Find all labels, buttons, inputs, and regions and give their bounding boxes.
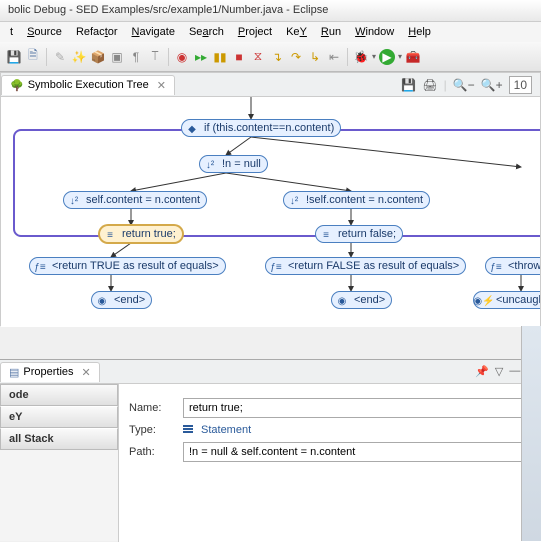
text-icon[interactable]: ¶ bbox=[128, 49, 144, 65]
menu-window[interactable]: Window bbox=[349, 24, 400, 40]
props-tab-label: Properties bbox=[23, 366, 73, 378]
cat-key[interactable]: eY bbox=[0, 406, 118, 428]
type-label: Type: bbox=[129, 424, 173, 436]
node-selfeq[interactable]: ↓²self.content = n.content bbox=[63, 191, 207, 209]
ruler-icon[interactable]: ⟙ bbox=[147, 49, 163, 65]
node-return-false[interactable]: ≡return false; bbox=[315, 225, 403, 243]
end-icon: ◉ bbox=[335, 294, 349, 308]
close-icon[interactable]: ✕ bbox=[82, 366, 91, 379]
menu-icon[interactable]: ▽ bbox=[495, 365, 503, 378]
save-all-icon[interactable]: 🗎 bbox=[25, 49, 41, 65]
end-icon: ◉ bbox=[95, 294, 109, 308]
resume-icon[interactable]: ▸▸ bbox=[193, 49, 209, 65]
node-uncaught[interactable]: ◉⚡<uncaught jav bbox=[473, 291, 540, 309]
symbolic-tree-view: 🌳 Symbolic Execution Tree ✕ 💾 🖨 | 🔍− 🔍+ … bbox=[0, 72, 541, 326]
menu-help[interactable]: Help bbox=[402, 24, 437, 40]
right-sash[interactable] bbox=[521, 326, 541, 541]
magic-icon[interactable]: ✎ bbox=[52, 49, 68, 65]
node-result-true[interactable]: ƒ≡<return TRUE as result of equals> bbox=[29, 257, 226, 275]
node-if[interactable]: ◆if (this.content==n.content) bbox=[181, 119, 341, 137]
close-icon[interactable]: ✕ bbox=[157, 79, 166, 92]
cond-icon: ↓² bbox=[67, 194, 81, 208]
props-tabs: ▤ Properties ✕ 📌 ▽ — □ bbox=[0, 360, 541, 384]
title-bar: bolic Debug - SED Examples/src/example1/… bbox=[0, 0, 541, 22]
cat-callstack[interactable]: all Stack bbox=[0, 428, 118, 450]
menu-project[interactable]: Project bbox=[232, 24, 278, 40]
props-icon: ▤ bbox=[9, 366, 19, 379]
external-icon[interactable]: 🧰 bbox=[405, 49, 421, 65]
menu-source[interactable]: Source bbox=[21, 24, 68, 40]
cond-icon: ↓² bbox=[287, 194, 301, 208]
node-end2[interactable]: ◉<end> bbox=[331, 291, 392, 309]
terminate-icon[interactable]: ■ bbox=[231, 49, 247, 65]
disconnect-icon[interactable]: ⧖ bbox=[250, 49, 266, 65]
node-notselfeq[interactable]: ↓²!self.content = n.content bbox=[283, 191, 430, 209]
name-field[interactable] bbox=[183, 398, 531, 418]
zoom-in-icon[interactable]: 🔍+ bbox=[481, 78, 503, 92]
tab-symbolic-tree[interactable]: 🌳 Symbolic Execution Tree ✕ bbox=[1, 75, 175, 95]
tab-properties[interactable]: ▤ Properties ✕ bbox=[0, 362, 100, 382]
path-field[interactable] bbox=[183, 442, 531, 462]
props-categories: ode eY all Stack bbox=[0, 384, 118, 542]
box-icon[interactable]: ▣ bbox=[109, 49, 125, 65]
cond-icon: ↓² bbox=[203, 158, 217, 172]
node-result-false[interactable]: ƒ≡<return FALSE as result of equals> bbox=[265, 257, 466, 275]
props-content: Name: Type: Statement Path: bbox=[118, 384, 541, 542]
stepinto-icon[interactable]: ↴ bbox=[269, 49, 285, 65]
stepover-icon[interactable]: ↷ bbox=[288, 49, 304, 65]
save-icon[interactable]: 💾 bbox=[6, 49, 22, 65]
menu-run[interactable]: Run bbox=[315, 24, 347, 40]
menu-navigate[interactable]: Navigate bbox=[126, 24, 181, 40]
node-return-true[interactable]: ≡return true; bbox=[99, 225, 183, 243]
properties-view: ▤ Properties ✕ 📌 ▽ — □ ode eY all Stack … bbox=[0, 359, 541, 541]
menu-search[interactable]: Search bbox=[183, 24, 230, 40]
tab-label: Symbolic Execution Tree bbox=[28, 79, 149, 91]
branch-icon: ◆ bbox=[185, 122, 199, 136]
name-label: Name: bbox=[129, 402, 173, 414]
exception-icon: ◉⚡ bbox=[477, 294, 491, 308]
frame-outer bbox=[13, 129, 540, 237]
node-throw[interactable]: ƒ≡<throw java bbox=[485, 257, 540, 275]
save-image-icon[interactable]: 💾 bbox=[401, 78, 416, 92]
dropframe-icon[interactable]: ⇤ bbox=[326, 49, 342, 65]
stmt-icon bbox=[183, 425, 195, 435]
run-icon[interactable]: ▶ bbox=[379, 49, 395, 65]
tree-canvas[interactable]: ◆if (this.content==n.content) ↓²!n = nul… bbox=[1, 97, 540, 327]
node-end1[interactable]: ◉<end> bbox=[91, 291, 152, 309]
path-label: Path: bbox=[129, 446, 173, 458]
menu-refactor[interactable]: Refactor bbox=[70, 24, 124, 40]
stmt-icon: ≡ bbox=[319, 228, 333, 242]
throw-icon: ƒ≡ bbox=[489, 260, 503, 274]
zoom-out-icon[interactable]: 🔍− bbox=[453, 78, 475, 92]
cat-node[interactable]: ode bbox=[0, 384, 118, 406]
menu-edit[interactable]: t bbox=[4, 24, 19, 40]
zoom-field[interactable]: 10 bbox=[509, 76, 532, 94]
return-icon: ƒ≡ bbox=[269, 260, 283, 274]
debug-icon[interactable]: 🐞 bbox=[353, 49, 369, 65]
stepreturn-icon[interactable]: ↳ bbox=[307, 49, 323, 65]
pause-icon[interactable]: ▮▮ bbox=[212, 49, 228, 65]
stop2-icon[interactable]: ◉ bbox=[174, 49, 190, 65]
stmt-icon: ≡ bbox=[103, 228, 117, 242]
pin-icon[interactable]: 📌 bbox=[475, 365, 489, 378]
tree-icon: 🌳 bbox=[10, 79, 24, 92]
node-notnull[interactable]: ↓²!n = null bbox=[199, 155, 268, 173]
return-icon: ƒ≡ bbox=[33, 260, 47, 274]
view-tabs: 🌳 Symbolic Execution Tree ✕ 💾 🖨 | 🔍− 🔍+ … bbox=[1, 73, 540, 97]
wand-icon[interactable]: ✨ bbox=[71, 49, 87, 65]
type-value: Statement bbox=[183, 424, 531, 436]
toolbar: 💾 🗎 ✎ ✨ 📦 ▣ ¶ ⟙ ◉ ▸▸ ▮▮ ■ ⧖ ↴ ↷ ↳ ⇤ 🐞 ▾ … bbox=[0, 42, 541, 72]
menu-key[interactable]: KeY bbox=[280, 24, 313, 40]
package-icon[interactable]: 📦 bbox=[90, 49, 106, 65]
menu-bar: t Source Refactor Navigate Search Projec… bbox=[0, 22, 541, 42]
print-icon[interactable]: 🖨 bbox=[422, 78, 437, 92]
minimize-icon[interactable]: — bbox=[509, 365, 520, 378]
